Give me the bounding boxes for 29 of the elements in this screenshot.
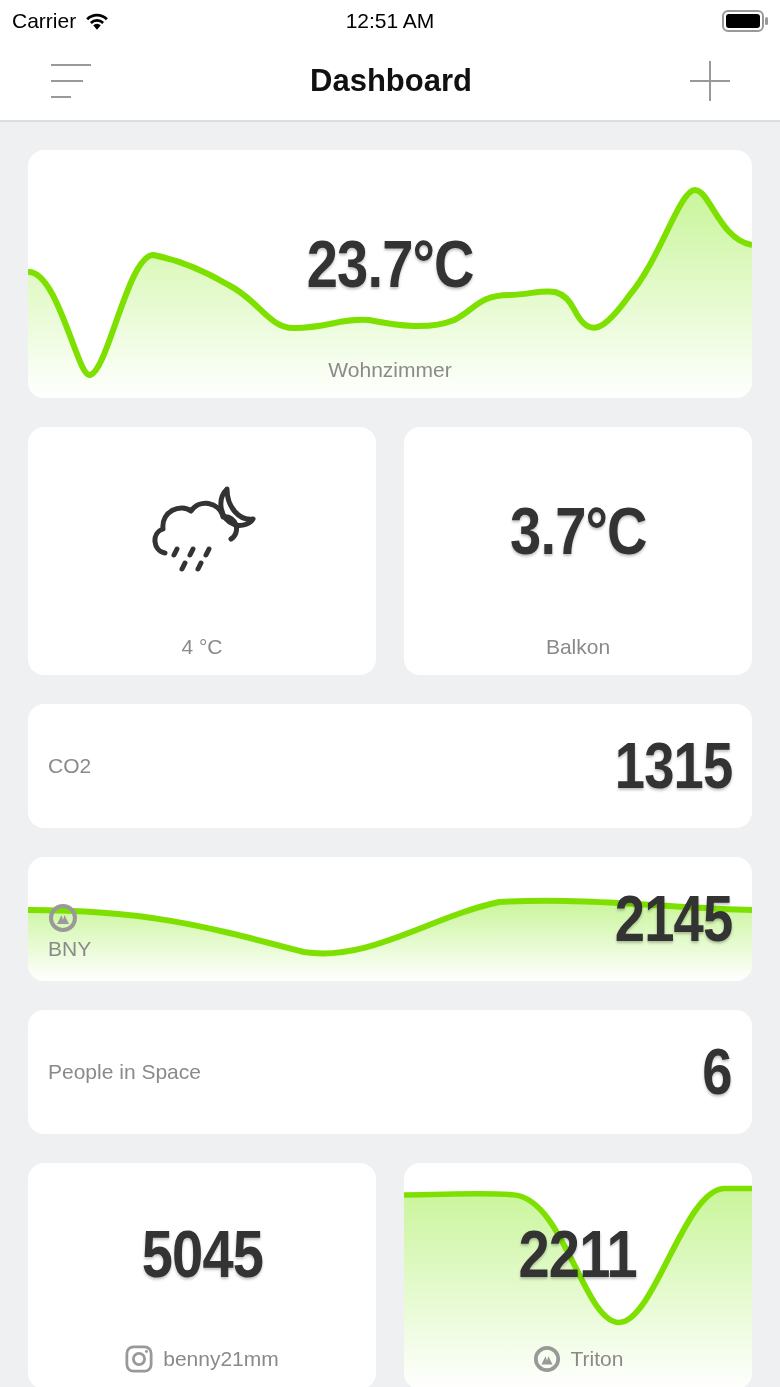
- tile-label: Balkon: [545, 635, 611, 659]
- add-icon[interactable]: [690, 61, 730, 101]
- camera-icon: [125, 1345, 154, 1373]
- menu-icon[interactable]: [50, 64, 92, 98]
- dashboard-tile[interactable]: 3.7°C Balkon: [404, 427, 752, 675]
- dashboard-tile[interactable]: 5045 benny21mm: [28, 1163, 376, 1387]
- tile-label: BNY: [48, 937, 92, 961]
- dashboard-tile[interactable]: 4 °C: [28, 427, 376, 675]
- tile-value: 23.7°C: [306, 226, 474, 302]
- tile-label: People in Space: [48, 1060, 201, 1084]
- status-time: 12:51 AM: [344, 9, 436, 33]
- dashboard-tile[interactable]: 23.7°C Wohnzimmer: [28, 150, 752, 398]
- tile-value: 6: [702, 1035, 732, 1109]
- wifi-icon: [84, 11, 111, 31]
- tile-label: Triton: [570, 1347, 624, 1371]
- battery-icon: [722, 10, 768, 32]
- carrier-label: Carrier: [12, 9, 77, 33]
- dashboard-tile[interactable]: CO2 1315: [28, 704, 752, 828]
- ring-logo-icon: [532, 1345, 561, 1373]
- dashboard-tile[interactable]: People in Space 6: [28, 1010, 752, 1134]
- page-title: Dashboard: [310, 63, 472, 99]
- tile-label: CO2: [48, 754, 92, 778]
- tile-label: benny21mm: [163, 1347, 279, 1371]
- tile-value: 5045: [141, 1216, 263, 1292]
- tile-value: 3.7°C: [509, 493, 647, 569]
- tile-label: Wohnzimmer: [328, 358, 452, 382]
- tile-value: 1315: [614, 729, 732, 803]
- ring-logo-icon: [48, 903, 78, 933]
- tile-label: 4 °C: [181, 635, 223, 659]
